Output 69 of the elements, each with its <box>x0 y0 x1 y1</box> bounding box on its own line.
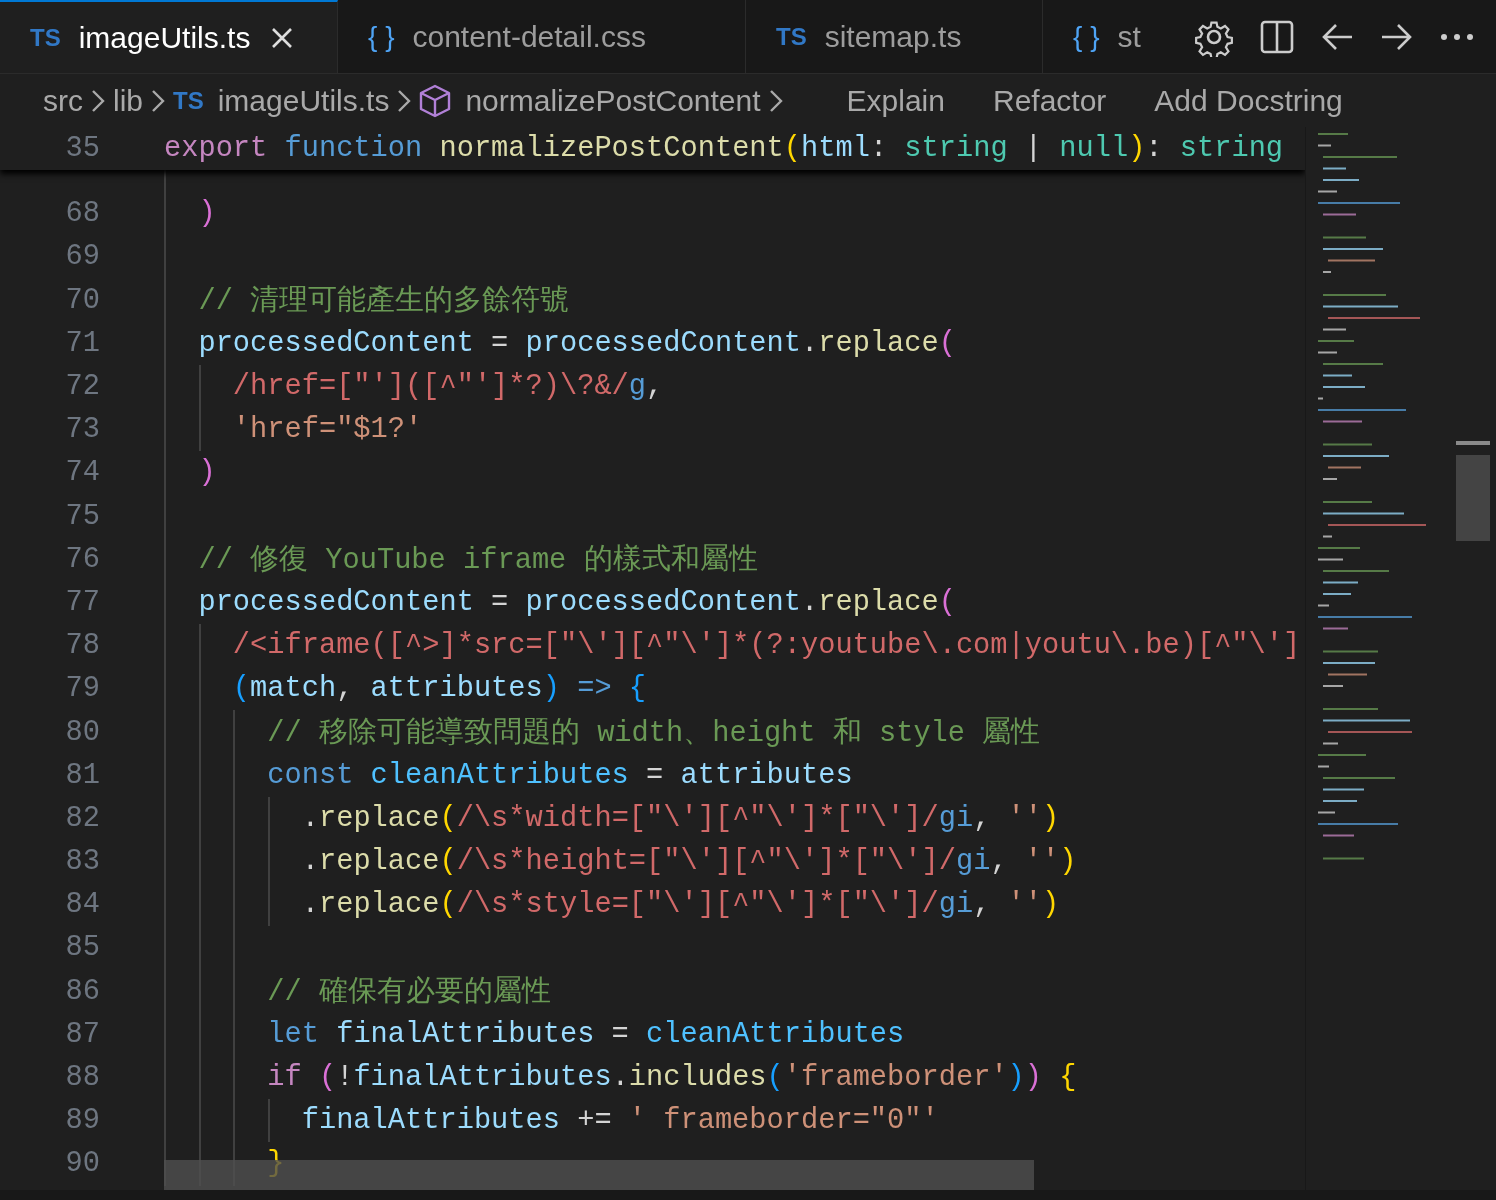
code-line: // 修復 YouTube iframe 的樣式和屬性 <box>197 542 758 580</box>
chevron-right-icon <box>151 88 165 113</box>
breadcrumb-item[interactable]: imageUtils.ts <box>217 83 390 118</box>
file-type-icon: { } <box>368 20 395 53</box>
line-number: 77 <box>64 585 100 619</box>
code-line: // 移除可能導致問題的 width、height 和 style 屬性 <box>266 715 1041 753</box>
line-number: 83 <box>64 845 100 879</box>
line-number: 81 <box>64 758 100 792</box>
breadcrumb-item[interactable]: src <box>43 83 83 118</box>
line-number: 74 <box>64 456 100 490</box>
line-number: 35 <box>64 132 100 166</box>
line-number: 90 <box>64 1147 100 1181</box>
file-type-icon: TS <box>776 22 807 51</box>
code-line: finalAttributes += ' frameborder="0"' <box>300 1104 939 1138</box>
line-number: 76 <box>64 542 100 576</box>
code-line: /<iframe([^>]*src=["\'][^"\']*(?:youtube\.com|youtu\.be)[^"\'] <box>231 629 1301 663</box>
line-number: 72 <box>64 370 100 404</box>
code-line: processedContent = processedContent.replace( <box>197 585 956 619</box>
more-icon[interactable] <box>1440 32 1474 41</box>
arrow-right-icon[interactable] <box>1380 21 1414 52</box>
codelens-link[interactable]: Refactor <box>992 83 1107 118</box>
code-line: /href=["']([^"']*?)\?&/g, <box>231 370 664 404</box>
code-line: // 確保有必要的屬性 <box>266 975 551 1012</box>
code-line: 'href="$1?' <box>231 413 423 447</box>
code-line: export function normalizePostContent(html: string | null): string <box>164 132 1284 166</box>
codelens-link[interactable]: Explain <box>846 83 945 118</box>
code-line: } <box>266 1147 285 1181</box>
line-number: 70 <box>64 283 100 317</box>
code-line: .replace(/\s*width=["\'][^"\']*["\']/gi, '') <box>300 801 1060 835</box>
line-number: 68 <box>64 197 100 231</box>
code-line: ) <box>197 197 216 231</box>
scroll-position-marker <box>1456 441 1490 445</box>
line-number: 78 <box>64 629 100 663</box>
code-line: let finalAttributes = cleanAttributes <box>266 1017 905 1051</box>
split-editor-icon[interactable] <box>1260 19 1294 54</box>
code-line: const cleanAttributes = attributes <box>266 758 853 792</box>
line-number: 89 <box>64 1104 100 1138</box>
arrow-left-icon[interactable] <box>1320 21 1354 52</box>
code-line: .replace(/\s*style=["\'][^"\']*["\']/gi, '') <box>300 888 1060 922</box>
code-line: if (!finalAttributes.includes('frameborder')) { <box>266 1061 1077 1095</box>
chevron-right-icon <box>768 88 783 113</box>
line-number: 82 <box>64 801 100 835</box>
codelens-link[interactable]: Add Docstring <box>1154 83 1343 118</box>
line-number: 69 <box>64 240 100 274</box>
code-line: ) <box>197 456 216 490</box>
file-type-icon: { } <box>1073 20 1100 53</box>
editor-tab[interactable]: TS imageUtils.ts <box>0 0 338 73</box>
code-line: .replace(/\s*height=["\'][^"\']*["\']/gi, '') <box>300 845 1077 879</box>
chevron-right-icon <box>397 88 412 113</box>
chevron-right-icon <box>91 88 105 113</box>
scrollbar-thumb[interactable] <box>1456 455 1490 541</box>
file-type-icon: TS <box>173 86 204 115</box>
breadcrumb-item[interactable]: lib <box>113 83 143 118</box>
cube-icon <box>419 83 452 118</box>
line-number: 84 <box>64 888 100 922</box>
line-number: 73 <box>64 413 100 447</box>
line-number: 85 <box>64 931 100 965</box>
line-number: 88 <box>64 1061 100 1095</box>
code-line: (match, attributes) => { <box>231 672 647 706</box>
line-number: 79 <box>64 672 100 706</box>
line-number: 87 <box>64 1017 100 1051</box>
file-type-icon: TS <box>30 23 61 52</box>
line-number: 86 <box>64 974 100 1008</box>
code-line: processedContent = processedContent.replace( <box>197 326 956 360</box>
code-line: // 清理可能產生的多餘符號 <box>197 284 570 321</box>
breadcrumb-item[interactable]: normalizePostContent <box>465 83 761 118</box>
line-number: 71 <box>64 326 100 360</box>
line-number: 75 <box>64 499 100 533</box>
line-number: 80 <box>64 715 100 749</box>
